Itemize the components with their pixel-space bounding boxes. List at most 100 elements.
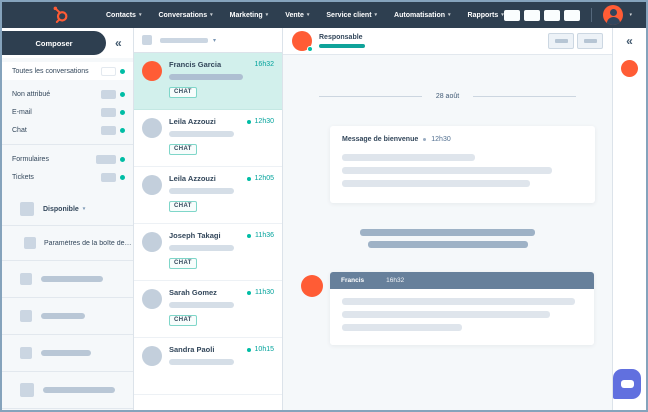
message-timeline: 28 août Message de bienvenue 12h30 Franc…: [283, 55, 612, 410]
avatar: [142, 232, 162, 252]
channel-tag: CHAT: [169, 200, 197, 212]
welcome-message-card[interactable]: Message de bienvenue 12h30: [330, 126, 595, 203]
nav-item-label: Conversations: [158, 11, 208, 19]
collapse-panel-icon[interactable]: «: [626, 34, 633, 48]
availability-toggle[interactable]: Disponible ▾: [2, 198, 133, 220]
chat-widget-launcher[interactable]: [613, 369, 641, 399]
nav-tool-icon[interactable]: [544, 9, 561, 21]
unread-dot: [246, 119, 251, 124]
contact-name: Leila Azzouzi: [169, 117, 216, 126]
placeholder-icon: [20, 310, 32, 322]
collapse-sidebar-icon[interactable]: «: [115, 36, 122, 50]
nav-item-vente[interactable]: Vente ▾: [285, 12, 309, 19]
conversation-item-sarah-gomez[interactable]: Sarah Gomez 11h30 CHAT: [134, 281, 282, 338]
owner-label: Responsable: [319, 34, 363, 42]
divider: [2, 225, 133, 226]
nav-item-label: Vente: [285, 11, 304, 19]
filter-tickets[interactable]: Tickets: [2, 168, 133, 186]
nav-item-marketing[interactable]: Marketing ▾: [230, 12, 269, 19]
chevron-down-icon: ▾: [306, 12, 310, 18]
message-preview-placeholder: [169, 302, 234, 308]
placeholder-icon: [20, 383, 34, 397]
filter-non-attribue[interactable]: Non attribué: [2, 85, 133, 103]
filter-formulaires[interactable]: Formulaires: [2, 150, 133, 168]
message-text-placeholder: [342, 154, 475, 161]
conversation-item-leila-azzouzi-2[interactable]: Leila Azzouzi 12h05 CHAT: [134, 167, 282, 224]
visitor-message-card[interactable]: Francis 16h32: [330, 272, 594, 345]
count-badge: [101, 172, 116, 182]
timestamp: 11h30: [255, 289, 274, 296]
inbox-settings-link[interactable]: Paramètres de la boîte de…: [2, 231, 133, 255]
message-text-placeholder: [342, 324, 462, 331]
filter-email[interactable]: E-mail: [2, 103, 133, 121]
message-text-placeholder: [342, 298, 575, 305]
count-badge: [101, 66, 116, 76]
placeholder-icon: [20, 347, 32, 359]
sidebar-skeleton-item[interactable]: [2, 303, 133, 329]
message-preview-placeholder: [169, 188, 234, 194]
filter-label: Formulaires: [12, 155, 49, 163]
thread-action-button[interactable]: [577, 33, 603, 49]
message-text-placeholder: [342, 180, 530, 187]
hubspot-logo[interactable]: [50, 5, 70, 25]
top-navigation-bar: Contacts ▾ Conversations ▾ Marketing ▾ Vent…: [2, 2, 646, 28]
inbox-filters: Toutes les conversations Non attribué E-…: [2, 58, 133, 409]
count-badge: [96, 154, 116, 164]
user-avatar[interactable]: [603, 5, 624, 25]
chevron-down-icon: ▾: [138, 12, 142, 18]
filter-label: Non attribué: [12, 90, 51, 98]
channel-tag: CHAT: [169, 257, 197, 269]
chevron-down-icon[interactable]: ▾: [213, 37, 216, 44]
nav-tool-icon[interactable]: [564, 9, 581, 21]
divider: [2, 408, 133, 409]
divider-line: [319, 96, 422, 97]
sidebar-skeleton-item[interactable]: [2, 266, 133, 292]
sidebar-skeleton-item[interactable]: [2, 340, 133, 366]
count-badge: [101, 107, 116, 117]
select-all-checkbox[interactable]: [142, 35, 152, 45]
divider-line: [473, 96, 577, 97]
timestamp: 11h36: [255, 232, 274, 239]
thread-header: Responsable: [283, 28, 612, 55]
nav-item-contacts[interactable]: Contacts ▾: [106, 12, 141, 19]
conversation-list-header: ▾: [134, 28, 282, 53]
nav-item-label: Automatisation: [394, 11, 445, 19]
nav-item-automatisation[interactable]: Automatisation ▾: [394, 12, 450, 19]
visitor-message-row: Francis 16h32: [301, 272, 594, 345]
chevron-down-icon: ▾: [82, 206, 86, 212]
thread-action-button[interactable]: [548, 33, 574, 49]
filter-label: Chat: [12, 126, 27, 134]
availability-label: Disponible: [43, 205, 79, 213]
app-window: Contacts ▾ Conversations ▾ Marketing ▾ Vent…: [0, 0, 648, 412]
nav-tool-icon[interactable]: [524, 9, 541, 21]
thread-panel: Responsable 28 août Message de bienvenue: [283, 28, 612, 410]
owner-name-placeholder: [319, 43, 365, 48]
composer-button[interactable]: Composer: [2, 31, 106, 55]
channel-tag: CHAT: [169, 86, 197, 98]
nav-item-rapports[interactable]: Rapports ▾: [468, 12, 504, 19]
nav-tool-icon[interactable]: [504, 9, 521, 21]
date-divider: 28 août: [301, 93, 594, 100]
chevron-down-icon[interactable]: ▾: [629, 12, 632, 18]
conversation-item-leila-azzouzi[interactable]: Leila Azzouzi 12h30 CHAT: [134, 110, 282, 167]
filter-toutes-les-conversations[interactable]: Toutes les conversations: [2, 62, 133, 80]
unread-dot: [246, 347, 251, 352]
filter-chat[interactable]: Chat: [2, 121, 133, 139]
filter-label: Toutes les conversations: [12, 67, 89, 75]
nav-item-service-client[interactable]: Service client ▾: [326, 12, 377, 19]
message-preview-placeholder: [169, 245, 234, 251]
channel-tag: CHAT: [169, 314, 197, 326]
conversation-item-sandra-paoli[interactable]: Sandra Paoli 10h15: [134, 338, 282, 395]
filter-label: E-mail: [12, 108, 32, 116]
sidebar-skeleton-item[interactable]: [2, 377, 133, 403]
contact-avatar[interactable]: [621, 60, 638, 77]
timestamp: 16h32: [254, 61, 274, 68]
timestamp: 12h30: [254, 118, 274, 125]
nav-item-conversations[interactable]: Conversations ▾: [158, 12, 212, 19]
conversation-item-joseph-takagi[interactable]: Joseph Takagi 11h36 CHAT: [134, 224, 282, 281]
status-dot: [120, 174, 125, 180]
avatar: [142, 61, 162, 81]
owner-avatar[interactable]: [292, 31, 313, 52]
conversation-item-francis-garcia[interactable]: Francis Garcia 16h32 CHAT: [134, 53, 282, 110]
chevron-down-icon: ▾: [501, 12, 504, 18]
